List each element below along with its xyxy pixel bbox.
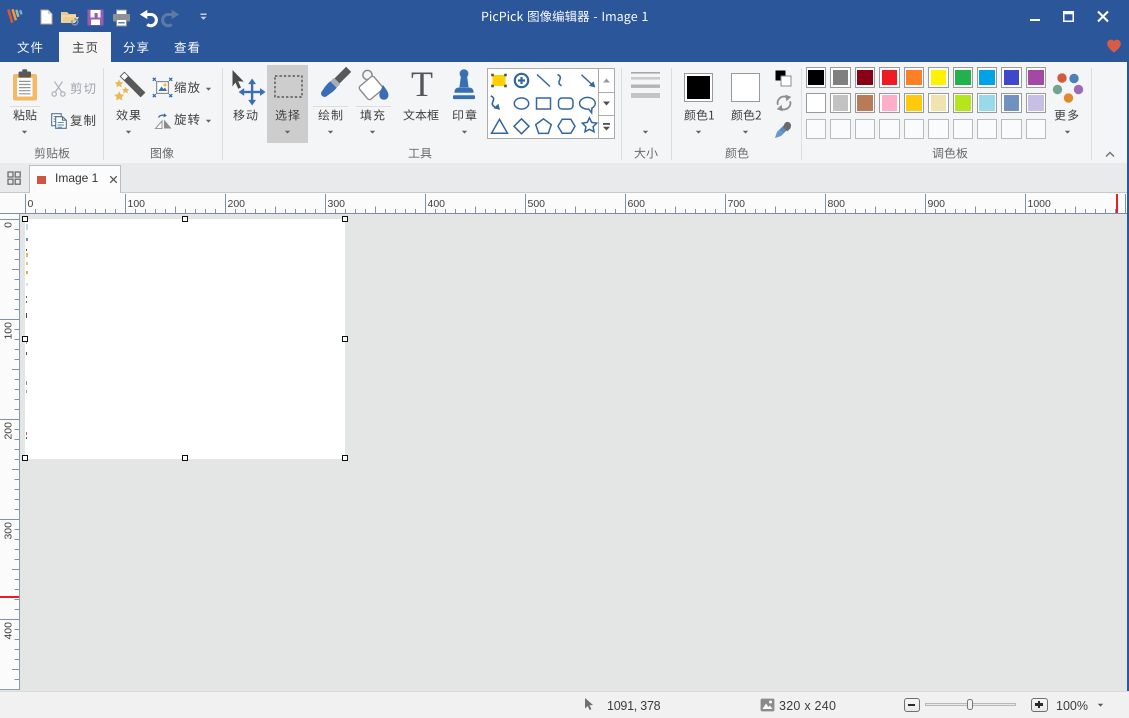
svg-text:0: 0 [3,222,15,228]
svg-text:300: 300 [3,522,15,540]
svg-text:200: 200 [3,422,15,440]
svg-text:400: 400 [3,622,15,640]
svg-text:100: 100 [3,322,15,340]
